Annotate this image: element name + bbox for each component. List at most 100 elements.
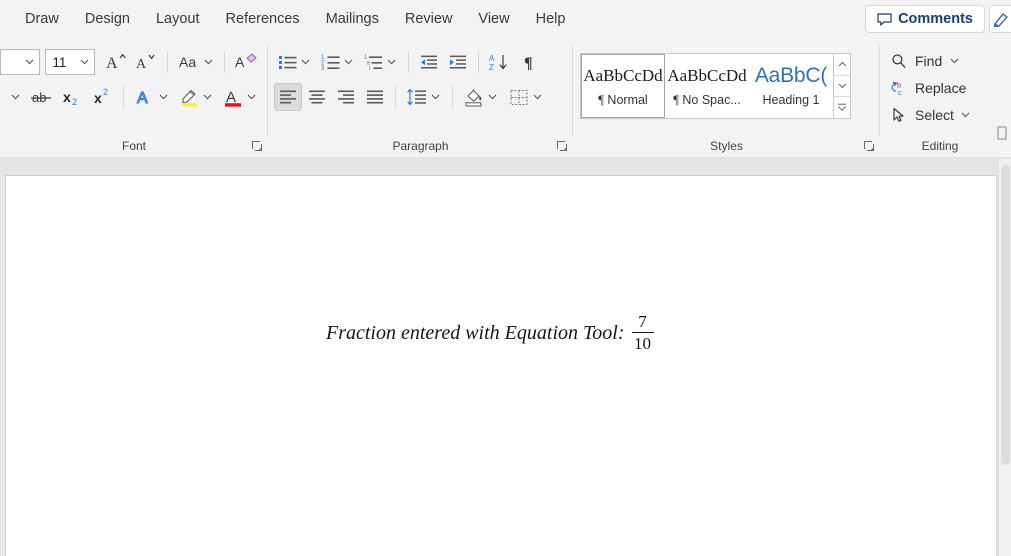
- font-size-combo[interactable]: 11: [45, 49, 96, 75]
- align-right-button[interactable]: [332, 83, 360, 111]
- highlighter-icon: [179, 87, 201, 107]
- shading-button[interactable]: [459, 83, 503, 111]
- subscript-button[interactable]: x 2: [57, 83, 87, 111]
- bullets-button[interactable]: [274, 48, 316, 76]
- text-effects-button[interactable]: A: [130, 83, 173, 111]
- divider: [452, 86, 453, 108]
- tab-mailings[interactable]: Mailings: [313, 5, 392, 33]
- chevron-down-icon: [22, 59, 37, 65]
- tab-references[interactable]: References: [213, 5, 313, 33]
- chevron-down-icon: [202, 59, 214, 65]
- shrink-font-button[interactable]: A: [132, 48, 161, 76]
- style-item-no-spacing[interactable]: AaBbCcDd ¶ No Spac...: [665, 54, 749, 118]
- find-label: Find: [915, 53, 943, 69]
- borders-icon: [508, 88, 530, 107]
- ribbon-group-paragraph: 1 2 3 1 a i A Z ¶ Paragraph: [268, 38, 573, 158]
- replace-icon: b c: [888, 78, 910, 98]
- svg-text:c: c: [898, 88, 902, 96]
- align-right-icon: [336, 88, 356, 106]
- styles-scroll-down-button[interactable]: [834, 75, 850, 98]
- show-formatting-marks-button[interactable]: ¶: [516, 48, 544, 76]
- search-magnifier-icon: [888, 51, 910, 71]
- replace-button[interactable]: b c Replace: [886, 75, 1000, 101]
- multilevel-list-icon: 1 a i: [364, 53, 384, 71]
- font-group-label: Font: [121, 139, 146, 153]
- strikethrough-icon: ab: [29, 87, 53, 107]
- clear-formatting-icon: A: [235, 52, 259, 72]
- strikethrough-button[interactable]: ab: [25, 83, 56, 111]
- equation-fraction[interactable]: 7 10: [631, 313, 654, 352]
- divider: [123, 86, 125, 108]
- sort-button[interactable]: A Z: [485, 48, 515, 76]
- svg-text:Aa: Aa: [179, 54, 196, 70]
- comments-label: Comments: [898, 11, 973, 27]
- divider: [408, 51, 409, 73]
- ribbon-group-styles: AaBbCcDd ¶ Normal AaBbCcDd ¶ No Spac...: [573, 38, 880, 158]
- document-text: Fraction entered with Equation Tool:: [326, 322, 625, 345]
- vertical-scrollbar-thumb[interactable]: [1001, 165, 1010, 465]
- select-button[interactable]: Select: [886, 102, 1000, 128]
- chevron-down-icon: [156, 94, 169, 100]
- change-case-button[interactable]: Aa: [174, 48, 218, 76]
- svg-text:A: A: [136, 57, 147, 72]
- style-name: ¶ No Spac...: [673, 92, 741, 107]
- subscript-icon: x 2: [61, 87, 83, 107]
- sort-az-icon: A Z: [489, 53, 511, 72]
- font-group-row-1: 11 A A Aa A: [0, 46, 262, 78]
- divider: [395, 86, 396, 108]
- styles-dialog-launcher[interactable]: [862, 139, 876, 153]
- text-highlight-button[interactable]: [175, 83, 218, 111]
- font-size-value: 11: [52, 54, 67, 70]
- multilevel-list-button[interactable]: 1 a i: [360, 48, 402, 76]
- superscript-button[interactable]: x 2: [88, 83, 118, 111]
- style-name-text: Normal: [607, 92, 648, 107]
- styles-gallery: AaBbCcDd ¶ Normal AaBbCcDd ¶ No Spac...: [580, 53, 834, 119]
- word-application-window: Draw Design Layout References Mailings R…: [0, 0, 1011, 556]
- tab-draw[interactable]: Draw: [12, 5, 72, 33]
- comments-button[interactable]: Comments: [865, 5, 985, 33]
- chevron-down-icon: [530, 94, 544, 100]
- line-spacing-button[interactable]: [402, 83, 446, 111]
- tab-help[interactable]: Help: [523, 5, 579, 33]
- font-family-combo[interactable]: [0, 49, 41, 75]
- font-color-button[interactable]: A: [219, 83, 262, 111]
- ribbon-group-font: 11 A A Aa A ab x 2 x 2 A A Font: [0, 38, 268, 158]
- tab-view[interactable]: View: [465, 5, 522, 33]
- align-center-button[interactable]: [303, 83, 331, 111]
- chevron-down-icon: [77, 59, 92, 65]
- paragraph-dialog-launcher[interactable]: [555, 139, 569, 153]
- tab-layout[interactable]: Layout: [143, 5, 213, 33]
- grow-font-button[interactable]: A: [102, 48, 131, 76]
- styles-gallery-scrollbar[interactable]: [834, 53, 851, 119]
- style-item-heading-1[interactable]: AaBbC( Heading 1: [749, 54, 833, 118]
- find-button[interactable]: Find: [886, 48, 1000, 74]
- borders-button[interactable]: [504, 83, 548, 111]
- more-styles-button[interactable]: [834, 97, 850, 119]
- dictate-partial-icon[interactable]: [997, 124, 1011, 144]
- chevron-down-icon: [298, 59, 312, 65]
- document-page[interactable]: Fraction entered with Equation Tool: 7 1…: [5, 175, 997, 556]
- vertical-scrollbar[interactable]: [998, 159, 1011, 556]
- tab-design[interactable]: Design: [72, 5, 143, 33]
- style-item-normal[interactable]: AaBbCcDd ¶ Normal: [581, 54, 666, 118]
- underline-dropdown-button[interactable]: [6, 83, 24, 111]
- divider: [478, 51, 479, 73]
- increase-indent-button[interactable]: [444, 48, 472, 76]
- document-paragraph[interactable]: Fraction entered with Equation Tool: 7 1…: [326, 313, 654, 353]
- clear-formatting-button[interactable]: A: [231, 48, 262, 76]
- tab-review[interactable]: Review: [392, 5, 466, 33]
- paragraph-group-row-1: 1 2 3 1 a i A Z ¶: [274, 46, 567, 78]
- font-dialog-launcher[interactable]: [250, 139, 264, 153]
- editing-mode-button[interactable]: [989, 5, 1011, 33]
- justify-button[interactable]: [361, 83, 389, 111]
- svg-text:A: A: [489, 54, 495, 63]
- font-color-icon: A: [223, 87, 245, 107]
- chevron-down-icon: [245, 94, 258, 100]
- decrease-indent-button[interactable]: [415, 48, 443, 76]
- numbered-list-icon: 1 2 3: [321, 53, 341, 71]
- styles-scroll-up-button[interactable]: [834, 54, 850, 76]
- editing-group-label: Editing: [921, 139, 959, 153]
- align-left-button[interactable]: [274, 83, 302, 111]
- comment-bubble-icon: [877, 12, 892, 26]
- numbering-button[interactable]: 1 2 3: [317, 48, 359, 76]
